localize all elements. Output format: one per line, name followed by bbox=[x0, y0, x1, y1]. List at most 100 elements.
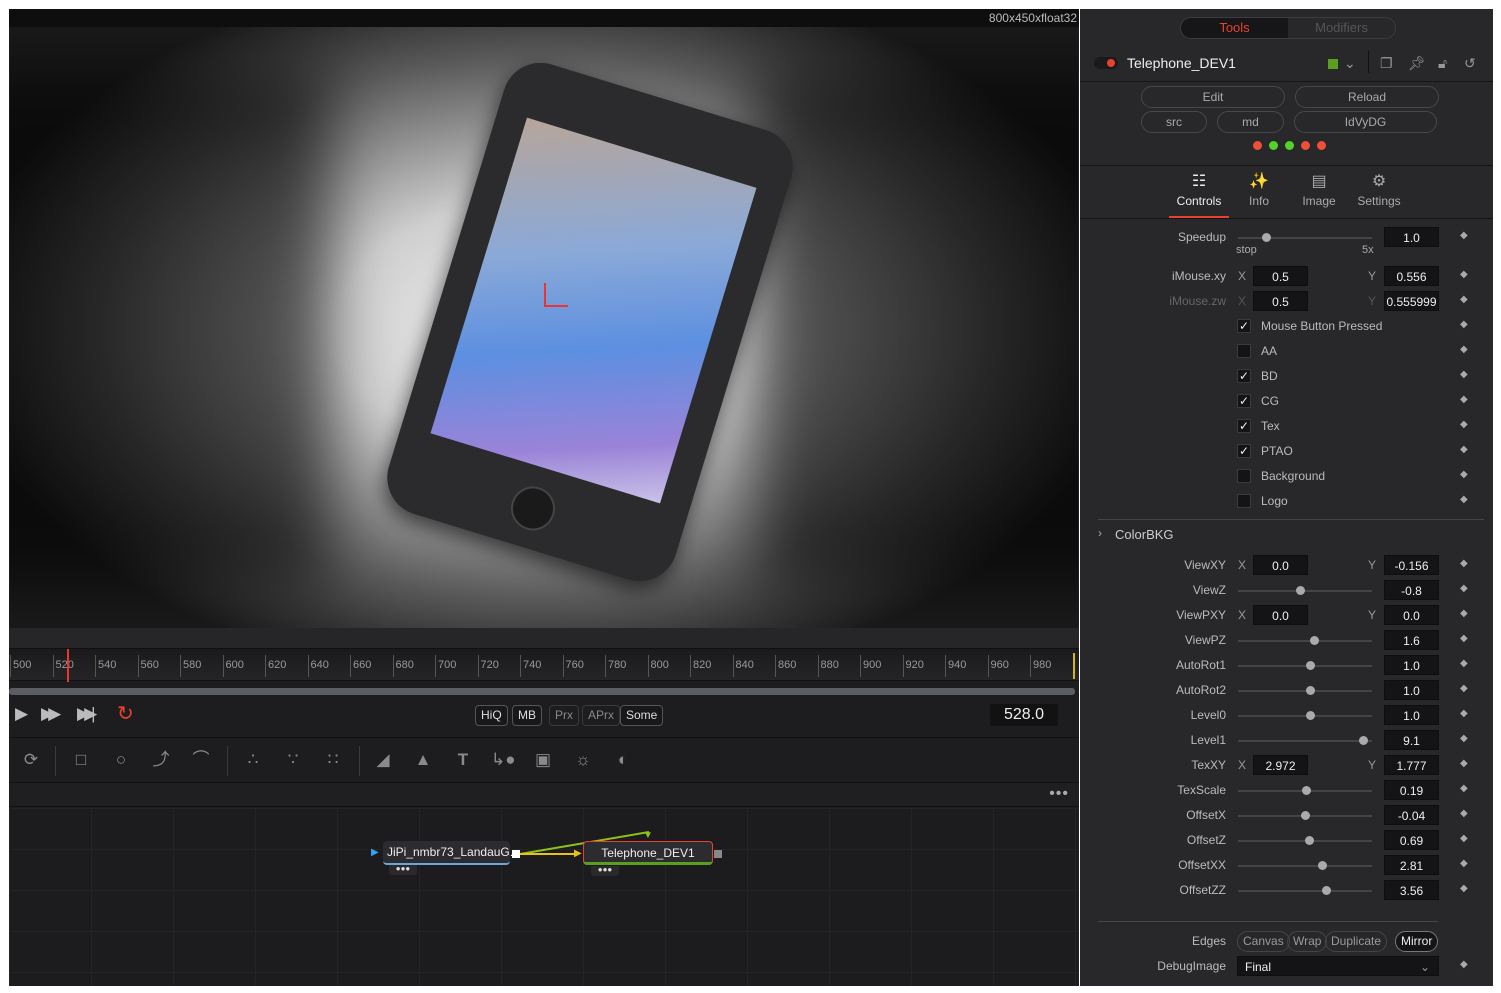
more-options-icon[interactable]: ••• bbox=[1049, 785, 1069, 803]
quality-prx-button[interactable]: Prx bbox=[549, 705, 579, 726]
keyframe-icon[interactable]: ◆ bbox=[1460, 633, 1468, 644]
keyframe-icon[interactable]: ◆ bbox=[1460, 558, 1468, 569]
text-3d-icon[interactable]: T bbox=[451, 748, 475, 772]
slider-handle[interactable] bbox=[1306, 661, 1316, 670]
quality-aprx-button[interactable]: APrx bbox=[582, 705, 621, 726]
slider-track[interactable] bbox=[1238, 736, 1372, 745]
reset-icon[interactable]: ↺ bbox=[1464, 55, 1476, 72]
keyframe-icon[interactable]: ◆ bbox=[1460, 344, 1468, 355]
tool-color-swatch[interactable] bbox=[1328, 59, 1338, 69]
checkbox[interactable]: ✓ bbox=[1237, 394, 1251, 408]
slider-track[interactable] bbox=[1238, 711, 1372, 720]
slider-handle[interactable] bbox=[1302, 786, 1312, 795]
slider-track[interactable] bbox=[1238, 661, 1372, 670]
keyframe-icon[interactable]: ◆ bbox=[1460, 319, 1468, 330]
keyframe-icon[interactable]: ◆ bbox=[1460, 394, 1468, 405]
keyframe-icon[interactable]: ◆ bbox=[1460, 608, 1468, 619]
y-field[interactable]: 0.0 bbox=[1384, 605, 1439, 625]
keyframe-icon[interactable]: ◆ bbox=[1460, 583, 1468, 594]
y-field[interactable]: 0.555999 bbox=[1384, 291, 1439, 311]
edges-duplicate-button[interactable]: Duplicate bbox=[1325, 931, 1388, 952]
bspline-mask-icon[interactable]: ⌒ bbox=[189, 748, 213, 772]
play-icon[interactable]: ▶ bbox=[15, 704, 28, 724]
keyframe-icon[interactable]: ◆ bbox=[1460, 758, 1468, 769]
x-field[interactable]: 0.5 bbox=[1253, 266, 1308, 286]
debugimage-dropdown[interactable]: Final ⌄ bbox=[1237, 956, 1439, 976]
checkbox[interactable]: ✓ bbox=[1237, 444, 1251, 458]
edit-button[interactable]: Edit bbox=[1141, 86, 1285, 108]
quality-hiq-button[interactable]: HiQ bbox=[475, 705, 508, 726]
chevron-down-icon[interactable]: ⌄ bbox=[1344, 55, 1356, 72]
shape-3d-icon[interactable]: ▲ bbox=[411, 748, 435, 772]
value-field[interactable]: 1.0 bbox=[1384, 705, 1439, 725]
image-plane-3d-icon[interactable]: ◢ bbox=[371, 748, 395, 772]
slider-handle[interactable] bbox=[1310, 636, 1320, 645]
playhead[interactable] bbox=[67, 649, 70, 682]
current-frame-field[interactable]: 528.0 bbox=[990, 704, 1058, 726]
keyframe-icon[interactable]: ◆ bbox=[1460, 269, 1468, 280]
timeline-scrollbar[interactable] bbox=[9, 688, 1075, 695]
viewer-image[interactable] bbox=[10, 27, 1078, 628]
slider-handle[interactable] bbox=[1306, 686, 1316, 695]
src-button[interactable]: src bbox=[1141, 111, 1207, 133]
keyframe-icon[interactable]: ◆ bbox=[1460, 733, 1468, 744]
x-field[interactable]: 0.0 bbox=[1253, 555, 1308, 575]
mask-input-port[interactable]: ▼ bbox=[643, 830, 653, 841]
checkbox[interactable] bbox=[1237, 344, 1251, 358]
input-port[interactable]: ▶ bbox=[574, 848, 582, 859]
section-colorbkg[interactable]: › ColorBKG bbox=[1080, 522, 1493, 547]
quality-mb-button[interactable]: MB bbox=[512, 705, 542, 726]
x-field[interactable]: 0.5 bbox=[1253, 291, 1308, 311]
value-field[interactable]: -0.04 bbox=[1384, 805, 1439, 825]
keyframe-icon[interactable]: ◆ bbox=[1460, 230, 1468, 241]
keyframe-icon[interactable]: ◆ bbox=[1460, 419, 1468, 430]
checkbox[interactable]: ✓ bbox=[1237, 319, 1251, 333]
checkbox[interactable] bbox=[1237, 469, 1251, 483]
value-field[interactable]: 0.19 bbox=[1384, 780, 1439, 800]
transform-gizmo[interactable] bbox=[544, 283, 568, 307]
node-loader[interactable]: JiPi_nmbr73_LandauG... bbox=[383, 841, 520, 865]
edges-canvas-button[interactable]: Canvas bbox=[1237, 931, 1290, 952]
keyframe-icon[interactable]: ◆ bbox=[1460, 294, 1468, 305]
slider-handle[interactable] bbox=[1306, 711, 1316, 720]
keyframe-icon[interactable]: ◆ bbox=[1460, 858, 1468, 869]
slider-handle[interactable] bbox=[1301, 811, 1310, 820]
particle-render-icon[interactable]: ∵ bbox=[281, 748, 305, 772]
tab-modifiers[interactable]: Modifiers bbox=[1288, 18, 1395, 38]
rectangle-mask-icon[interactable]: □ bbox=[69, 748, 93, 772]
md-button[interactable]: md bbox=[1217, 111, 1284, 133]
slider-handle[interactable] bbox=[1358, 736, 1368, 745]
skip-to-end-icon[interactable]: ▶▶| bbox=[77, 704, 95, 724]
slider-handle[interactable] bbox=[1318, 861, 1328, 870]
slider-track[interactable] bbox=[1238, 586, 1372, 595]
polygon-mask-icon[interactable]: ⤴ bbox=[149, 748, 173, 772]
quality-some-button[interactable]: Some bbox=[620, 705, 664, 726]
y-field[interactable]: 1.777 bbox=[1384, 755, 1439, 775]
camera-3d-icon[interactable]: ▣ bbox=[531, 748, 555, 772]
tool-enable-toggle[interactable] bbox=[1094, 57, 1118, 69]
merge-3d-icon[interactable]: ↳● bbox=[491, 748, 516, 772]
y-field[interactable]: -0.156 bbox=[1384, 555, 1439, 575]
ellipse-mask-icon[interactable]: ○ bbox=[109, 748, 133, 772]
fast-forward-icon[interactable]: ▶▶ bbox=[41, 704, 61, 724]
keyframe-icon[interactable]: ◆ bbox=[1460, 783, 1468, 794]
slider-track[interactable] bbox=[1238, 886, 1372, 895]
value-field[interactable]: 1.0 bbox=[1384, 680, 1439, 700]
idvydg-button[interactable]: IdVyDG bbox=[1294, 111, 1437, 133]
keyframe-icon[interactable]: ◆ bbox=[1460, 833, 1468, 844]
node-editor[interactable]: ▶ JiPi_nmbr73_LandauG... ●●● ▶ ▼ Telepho… bbox=[9, 808, 1079, 986]
spotlight-icon[interactable]: ☼ bbox=[571, 748, 595, 772]
slider-track[interactable] bbox=[1238, 811, 1372, 820]
slider-handle[interactable] bbox=[1262, 233, 1272, 242]
slider-track[interactable] bbox=[1238, 686, 1372, 695]
timeline-ruler[interactable]: 500 520 540 560 580 600 620 640 660 680 700 720 740 7… bbox=[9, 648, 1079, 682]
keyframe-icon[interactable]: ◆ bbox=[1460, 683, 1468, 694]
x-field[interactable]: 0.0 bbox=[1253, 605, 1308, 625]
value-field[interactable]: 9.1 bbox=[1384, 730, 1439, 750]
value-field[interactable]: -0.8 bbox=[1384, 580, 1439, 600]
slider-track[interactable] bbox=[1238, 233, 1372, 242]
output-port[interactable] bbox=[512, 850, 520, 858]
slider-track[interactable] bbox=[1238, 786, 1372, 795]
y-field[interactable]: 0.556 bbox=[1384, 266, 1439, 286]
tab-info[interactable]: ✨ Info bbox=[1229, 172, 1289, 208]
